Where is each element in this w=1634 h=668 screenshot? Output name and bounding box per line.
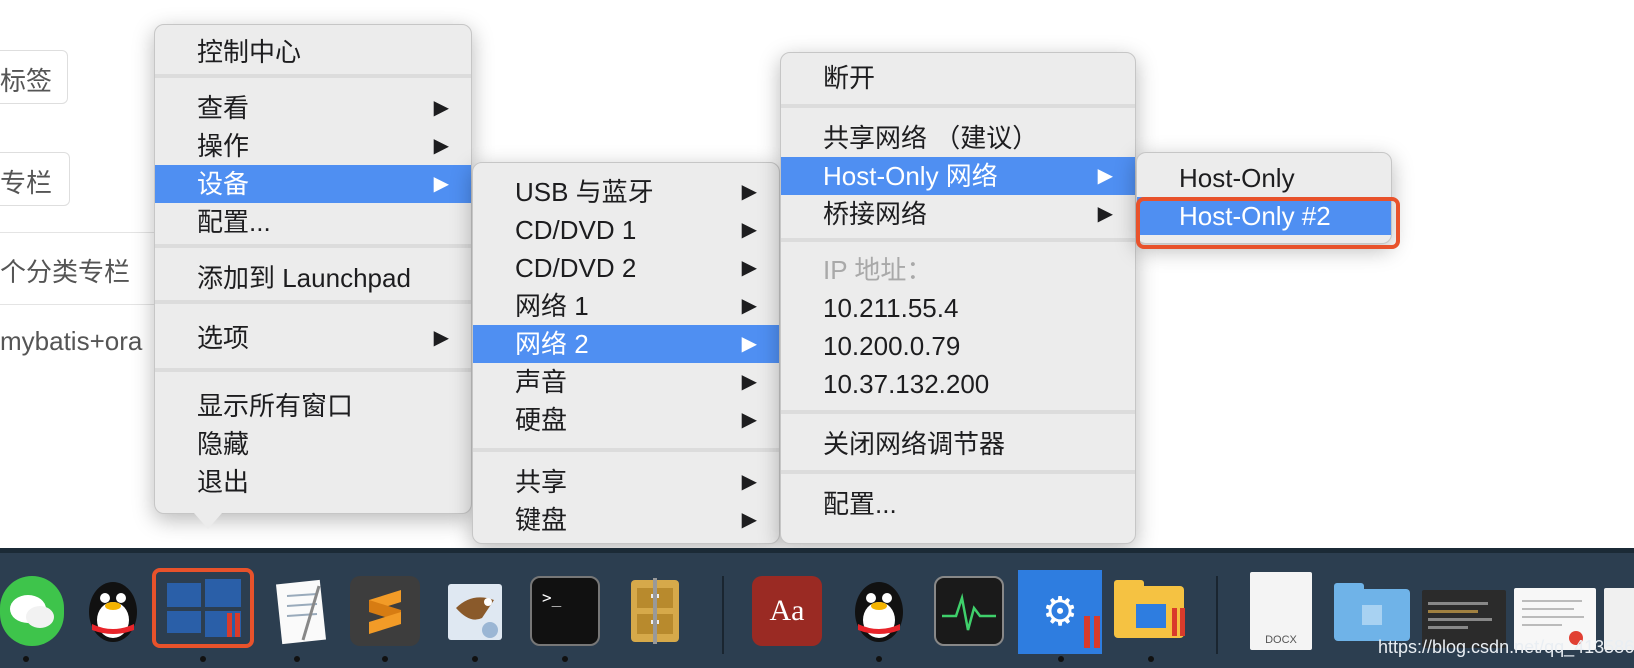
- bg-divider-2: [0, 304, 160, 305]
- submenu-arrow-icon: ▶: [741, 219, 757, 241]
- menu-item-network-1[interactable]: 网络 1 ▶: [473, 287, 779, 325]
- menu-separator: [155, 365, 471, 375]
- menu-item-bridged-network[interactable]: 桥接网络 ▶: [781, 195, 1135, 233]
- submenu-arrow-icon: ▶: [1097, 165, 1113, 187]
- bg-column-label: 专栏: [0, 168, 53, 198]
- bg-tag-chip: 标签: [0, 50, 68, 104]
- terminal-icon[interactable]: >_: [530, 576, 600, 646]
- submenu-arrow-icon: ▶: [741, 509, 757, 531]
- running-indicator: [200, 656, 206, 662]
- menu-item-actions[interactable]: 操作 ▶: [155, 127, 471, 165]
- bg-column-chip: 专栏: [0, 152, 70, 206]
- menu-item-sound[interactable]: 声音 ▶: [473, 363, 779, 401]
- menu-item-add-to-launchpad[interactable]: 添加到 Launchpad: [155, 259, 471, 297]
- dock-separator: [722, 576, 724, 654]
- wechat-icon[interactable]: [0, 576, 64, 646]
- dock-separator: [1216, 576, 1218, 654]
- menu-separator: [781, 467, 1135, 477]
- menu-item-shared-network[interactable]: 共享网络 （建议）: [781, 119, 1135, 157]
- menu-separator: [155, 297, 471, 307]
- activity-monitor-icon[interactable]: [934, 576, 1004, 646]
- running-indicator: [294, 656, 300, 662]
- menu-item-sharing[interactable]: 共享 ▶: [473, 463, 779, 501]
- windows-explorer-icon[interactable]: [1112, 576, 1190, 646]
- bg-tag-label: 标签: [0, 66, 53, 96]
- devices-submenu: USB 与蓝牙 ▶ CD/DVD 1 ▶ CD/DVD 2 ▶ 网络 1 ▶ 网络 2 ▶…: [472, 162, 780, 544]
- menu-item-hard-disk[interactable]: 硬盘 ▶: [473, 401, 779, 439]
- annotation-highlight-box: [1136, 197, 1400, 249]
- menu-item-usb-bluetooth[interactable]: USB 与蓝牙 ▶: [473, 173, 779, 211]
- menu-item-options[interactable]: 选项 ▶: [155, 319, 471, 357]
- menu-item-configure[interactable]: 配置...: [155, 203, 471, 241]
- submenu-arrow-icon: ▶: [433, 173, 449, 195]
- running-indicator: [382, 656, 388, 662]
- ip-address-3: 10.37.132.200: [823, 369, 990, 399]
- menu-item-control-center[interactable]: 控制中心: [155, 33, 471, 71]
- dictionary-icon[interactable]: Aa: [752, 576, 822, 646]
- running-indicator: [562, 656, 568, 662]
- submenu-arrow-icon: ▶: [433, 97, 449, 119]
- menu-item-close-network-conditioner[interactable]: 关闭网络调节器: [781, 425, 1135, 463]
- submenu-arrow-icon: ▶: [741, 257, 757, 279]
- bg-article-text: mybatis+ora: [0, 326, 143, 356]
- menu-item-quit[interactable]: 退出: [155, 463, 471, 501]
- submenu-arrow-icon: ▶: [741, 181, 757, 203]
- submenu-arrow-icon: ▶: [1097, 203, 1113, 225]
- qq-icon[interactable]: [78, 576, 148, 646]
- submenu-arrow-icon: ▶: [741, 295, 757, 317]
- dock-edge: [0, 548, 1634, 553]
- menu-separator: [781, 101, 1135, 111]
- menu-item-network-2[interactable]: 网络 2 ▶: [473, 325, 779, 363]
- menu-separator: [781, 235, 1135, 245]
- dock-context-menu: 控制中心 查看 ▶ 操作 ▶ 设备 ▶ 配置... 添加到 Launchpad 选项 ▶…: [154, 24, 472, 514]
- menu-item-disconnect[interactable]: 断开: [781, 59, 1135, 97]
- submenu-arrow-icon: ▶: [741, 371, 757, 393]
- submenu-arrow-icon: ▶: [433, 135, 449, 157]
- menu-item-host-only[interactable]: Host-Only: [1137, 159, 1391, 197]
- parallels-bars-icon: [1094, 616, 1100, 648]
- running-indicator: [1148, 656, 1154, 662]
- parallels-bars-icon: [1084, 616, 1090, 648]
- menu-item-show-all-windows[interactable]: 显示所有窗口: [155, 387, 471, 425]
- network-submenu: 断开 共享网络 （建议） Host-Only 网络 ▶ 桥接网络 ▶ IP 地址： …: [780, 52, 1136, 544]
- bg-category-text: 个分类专栏: [0, 257, 131, 287]
- watermark-url: https://blog.csdn.net/qq_41358636: [1378, 637, 1634, 657]
- ip-address-2: 10.200.0.79: [823, 331, 961, 361]
- submenu-arrow-icon: ▶: [741, 333, 757, 355]
- submenu-arrow-icon: ▶: [433, 327, 449, 349]
- menu-separator: [473, 445, 779, 455]
- sublime-text-icon[interactable]: [350, 576, 420, 646]
- menu-item-keyboard[interactable]: 键盘 ▶: [473, 501, 779, 539]
- archive-utility-icon[interactable]: [620, 576, 690, 646]
- docx-file-icon[interactable]: DOCX: [1250, 572, 1312, 650]
- bg-divider: [0, 232, 160, 233]
- qq-icon-2[interactable]: [844, 576, 914, 646]
- menu-item-view[interactable]: 查看 ▶: [155, 89, 471, 127]
- running-indicator: [876, 656, 882, 662]
- parallels-windows-icon[interactable]: [152, 568, 254, 648]
- menu-item-devices[interactable]: 设备 ▶: [155, 165, 471, 203]
- mail-icon[interactable]: [440, 576, 510, 646]
- menu-separator: [781, 407, 1135, 417]
- parallels-settings-icon[interactable]: ⚙: [1018, 570, 1102, 654]
- menu-item-cd-dvd-1[interactable]: CD/DVD 1 ▶: [473, 211, 779, 249]
- textedit-icon[interactable]: [268, 576, 338, 646]
- menu-separator: [155, 241, 471, 251]
- menu-item-host-only-network[interactable]: Host-Only 网络 ▶: [781, 157, 1135, 195]
- ip-address-1: 10.211.55.4: [823, 293, 959, 323]
- menu-item-hide[interactable]: 隐藏: [155, 425, 471, 463]
- folder-icon[interactable]: [1332, 576, 1412, 646]
- running-indicator: [1058, 656, 1064, 662]
- menu-separator: [155, 71, 471, 81]
- running-indicator: [472, 656, 478, 662]
- submenu-arrow-icon: ▶: [741, 409, 757, 431]
- menu-item-network-configure[interactable]: 配置...: [781, 485, 1135, 523]
- menu-pointer: [194, 513, 222, 529]
- menu-item-cd-dvd-2[interactable]: CD/DVD 2 ▶: [473, 249, 779, 287]
- submenu-arrow-icon: ▶: [741, 471, 757, 493]
- running-indicator: [23, 656, 29, 662]
- ip-address-heading: IP 地址：: [823, 255, 933, 285]
